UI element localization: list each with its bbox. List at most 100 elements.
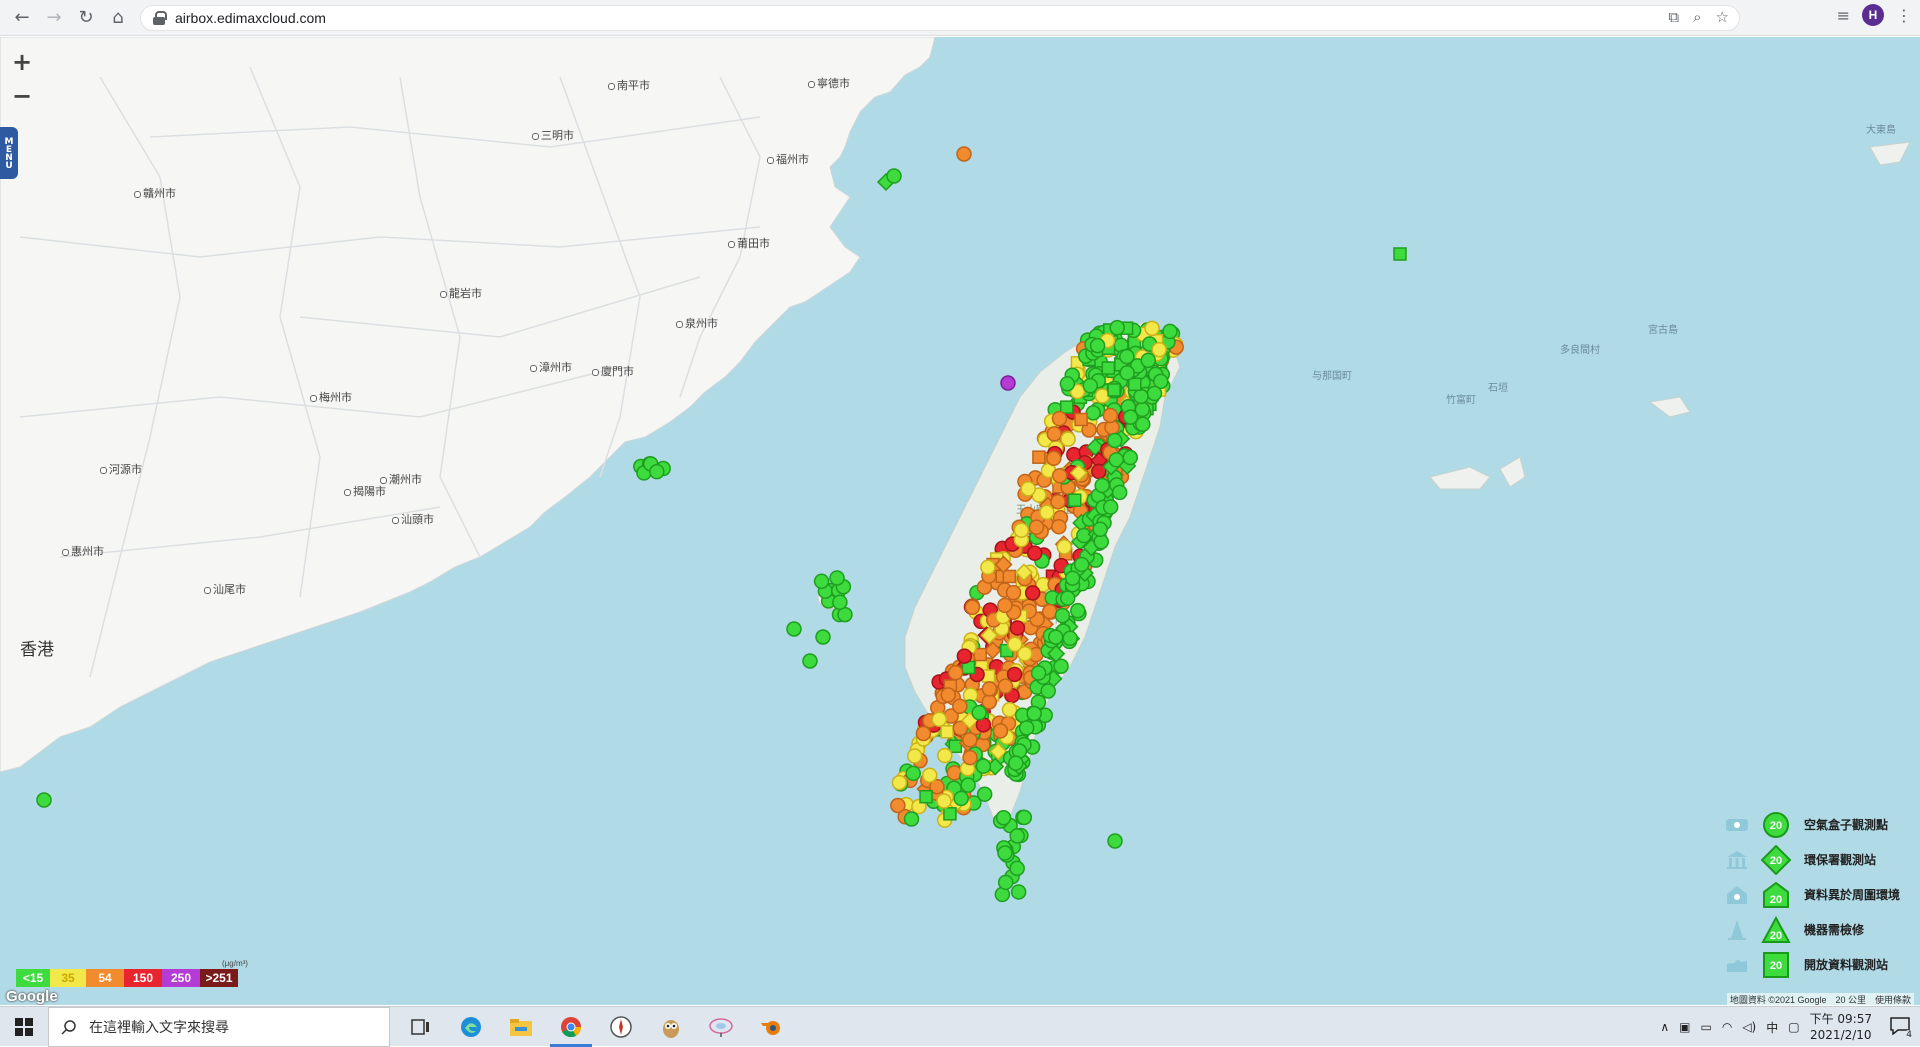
bookmark-star-icon[interactable]: ☆ (1716, 8, 1729, 26)
sensor-marker[interactable] (1060, 431, 1076, 447)
taskbar-search-input[interactable]: 在這裡輸入文字來搜尋 (48, 1006, 390, 1047)
sensor-marker[interactable] (1119, 348, 1135, 365)
sensor-marker[interactable] (1056, 539, 1073, 555)
sensor-marker[interactable] (980, 559, 996, 576)
sensor-marker[interactable] (952, 698, 968, 715)
network-app-icon[interactable] (696, 1007, 746, 1047)
sensor-marker[interactable] (964, 599, 981, 616)
reading-list-icon[interactable]: ≡ (1837, 6, 1850, 25)
sensor-marker[interactable] (997, 874, 1014, 891)
sensor-marker[interactable] (886, 168, 902, 184)
sensor-marker[interactable] (1001, 701, 1018, 718)
sensor-marker[interactable] (1026, 545, 1043, 561)
sensor-marker[interactable] (956, 648, 973, 664)
sensor-marker[interactable] (931, 711, 948, 728)
sensor-marker[interactable] (940, 687, 956, 703)
sensor-marker[interactable] (36, 792, 52, 808)
sensor-marker[interactable] (903, 811, 920, 827)
sensor-marker[interactable] (786, 621, 802, 637)
sensor-marker[interactable] (981, 694, 998, 710)
sensor-marker[interactable] (1074, 412, 1088, 427)
ime-indicator[interactable]: 中 (1766, 1019, 1778, 1036)
sensor-marker[interactable] (1122, 449, 1138, 466)
sensor-marker[interactable] (1092, 521, 1108, 538)
sensor-marker[interactable] (921, 767, 938, 783)
sensor-marker[interactable] (1393, 247, 1407, 261)
sensor-marker[interactable] (1006, 666, 1023, 683)
compass-app-icon[interactable] (596, 1007, 646, 1047)
sensor-marker[interactable] (1051, 467, 1068, 484)
sensor-marker[interactable] (1010, 884, 1027, 900)
sensor-marker[interactable] (975, 758, 992, 774)
map-canvas[interactable]: 南平市 寧德市 三明市 福州市 贛州市 莆田市 龍岩市 泉州市 漳州市 廈門市 … (0, 37, 1920, 1005)
sensor-marker[interactable] (1064, 570, 1081, 586)
sensor-marker[interactable] (1085, 405, 1101, 421)
sensor-marker[interactable] (832, 594, 848, 610)
sensor-marker[interactable] (1026, 705, 1042, 722)
menu-tab[interactable]: MENU (0, 127, 18, 179)
sensor-marker[interactable] (1051, 410, 1068, 427)
sensor-marker[interactable] (1119, 365, 1135, 381)
sensor-marker[interactable] (1046, 426, 1063, 442)
profile-avatar[interactable]: H (1862, 4, 1884, 26)
sensor-marker[interactable] (1133, 388, 1149, 405)
sensor-marker[interactable] (1122, 409, 1139, 425)
sensor-marker[interactable] (947, 664, 964, 681)
back-arrow-icon[interactable]: ← (6, 2, 38, 34)
sensor-marker[interactable] (997, 678, 1014, 694)
sensor-marker[interactable] (937, 747, 953, 764)
sensor-marker[interactable] (1051, 518, 1067, 535)
sensor-marker[interactable] (956, 146, 972, 162)
sensor-marker[interactable] (915, 725, 932, 742)
sensor-marker[interactable] (890, 797, 906, 814)
volume-icon[interactable]: ◁) (1742, 1020, 1756, 1034)
chrome-browser-icon[interactable] (546, 1007, 596, 1047)
sensor-marker[interactable] (1146, 385, 1163, 402)
sensor-marker[interactable] (1028, 519, 1045, 535)
sensor-marker[interactable] (891, 774, 908, 791)
sensor-marker[interactable] (1107, 383, 1121, 397)
sensor-marker[interactable] (802, 653, 818, 669)
sensor-marker[interactable] (1144, 320, 1160, 337)
sensor-marker[interactable] (1000, 375, 1016, 391)
sensor-marker[interactable] (1102, 499, 1119, 515)
sensor-marker[interactable] (1041, 603, 1058, 620)
sensor-marker[interactable] (1067, 493, 1082, 507)
sensor-marker[interactable] (1089, 337, 1106, 354)
sensor-marker[interactable] (1076, 527, 1092, 544)
sensor-marker[interactable] (1062, 630, 1078, 647)
sensor-marker[interactable] (649, 463, 665, 480)
sensor-marker[interactable] (936, 793, 952, 809)
sensor-marker[interactable] (1128, 377, 1142, 392)
wifi-icon[interactable]: ◠ (1722, 1020, 1732, 1034)
sensor-marker[interactable] (1050, 493, 1066, 510)
sensor-marker[interactable] (943, 807, 957, 821)
sensor-marker[interactable] (1013, 522, 1030, 538)
map-attribution[interactable]: 地圖資料 ©2021 Google 20 公里 使用條款 (1726, 993, 1914, 1005)
sensor-marker[interactable] (1018, 720, 1035, 736)
sensor-marker[interactable] (906, 748, 923, 764)
sensor-marker[interactable] (940, 725, 954, 739)
sensor-marker[interactable] (1009, 828, 1025, 844)
sensor-marker[interactable] (1032, 450, 1046, 464)
zoom-icon[interactable]: ⌕ (1693, 8, 1701, 26)
sensor-marker[interactable] (829, 570, 845, 586)
sensor-marker[interactable] (960, 777, 976, 793)
sensor-marker[interactable] (1101, 361, 1116, 375)
file-explorer-icon[interactable] (496, 1007, 546, 1047)
sensor-marker[interactable] (953, 790, 969, 807)
sensor-marker[interactable] (1070, 602, 1086, 619)
sensor-marker[interactable] (997, 597, 1013, 614)
sensor-marker[interactable] (1059, 590, 1076, 606)
sensor-marker[interactable] (1039, 504, 1055, 521)
sensor-marker[interactable] (1060, 400, 1074, 414)
zoom-in-button[interactable]: + (4, 45, 40, 79)
meet-now-icon[interactable]: ▣ (1679, 1020, 1690, 1034)
sensor-marker[interactable] (1111, 484, 1128, 501)
sensor-marker[interactable] (905, 765, 921, 782)
sensor-marker[interactable] (1140, 352, 1157, 369)
chevron-up-icon[interactable]: ∧ (1660, 1020, 1669, 1034)
sensor-marker[interactable] (1016, 809, 1033, 826)
sensor-marker[interactable] (815, 629, 831, 645)
edge-browser-icon[interactable] (446, 1007, 496, 1047)
